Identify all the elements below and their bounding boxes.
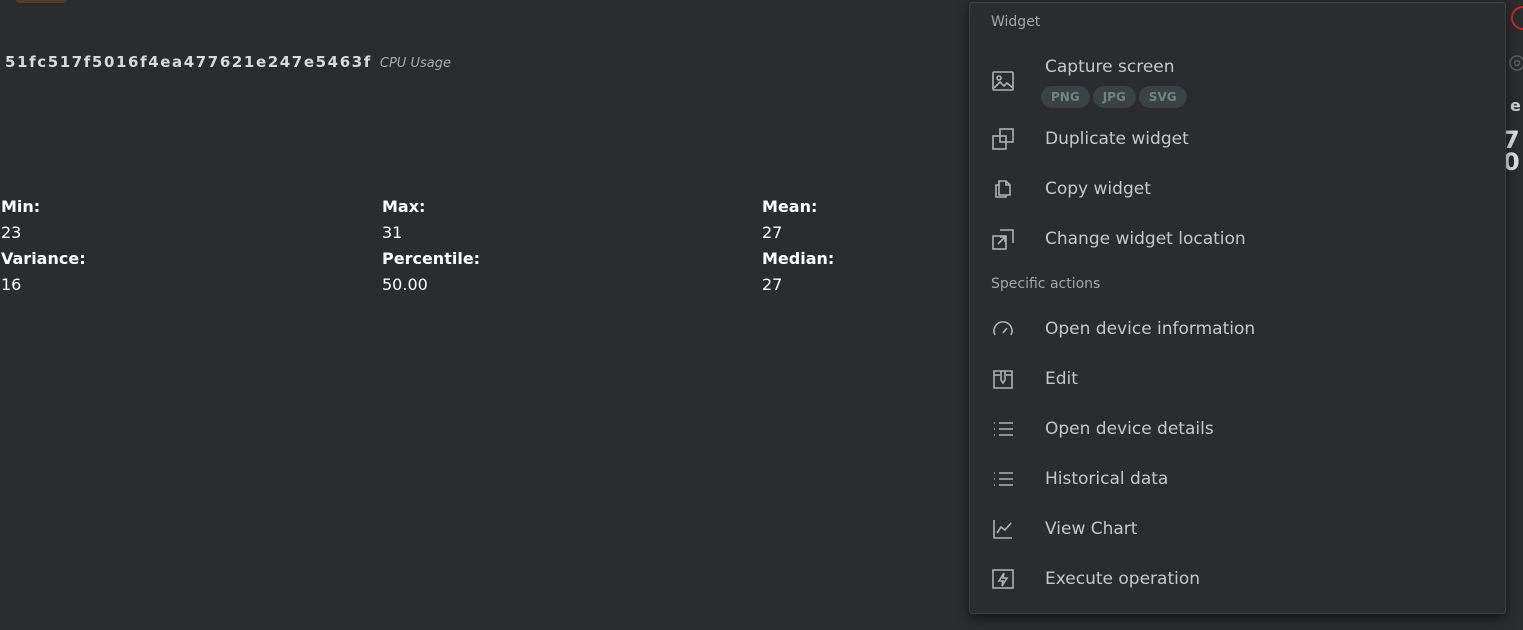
png-chip[interactable]: PNG xyxy=(1041,86,1090,108)
jpg-chip[interactable]: JPG xyxy=(1092,86,1136,108)
edge-fragment: e xyxy=(1510,96,1521,115)
stat-label: Min: xyxy=(1,197,41,216)
speedometer-icon xyxy=(990,316,1016,342)
edit-item[interactable]: Edit xyxy=(970,355,1505,403)
menu-item-label: Execute operation xyxy=(1045,569,1201,589)
open-device-information-item[interactable]: Open device information xyxy=(970,305,1505,353)
move-icon xyxy=(990,226,1016,252)
execute-operation-item[interactable]: Execute operation xyxy=(970,555,1505,603)
stat-value: 23 xyxy=(1,223,22,242)
device-id: 51fc517f5016f4ea477621e247e5463f xyxy=(5,53,372,71)
menu-item-label: Historical data xyxy=(1045,469,1169,489)
stat-value: 50.00 xyxy=(382,275,428,294)
list-icon xyxy=(990,466,1016,492)
capture-format-chips: PNG JPG SVG xyxy=(1041,86,1187,108)
widget-context-menu: Widget Capture screen PNG JPG SVG Duplic… xyxy=(969,2,1506,614)
change-location-item[interactable]: Change widget location xyxy=(970,215,1505,263)
duplicate-widget-item[interactable]: Duplicate widget xyxy=(970,115,1505,163)
stat-variance: Variance: 16 xyxy=(1,247,361,299)
image-icon xyxy=(990,68,1016,94)
menu-section-specific: Specific actions xyxy=(991,276,1101,292)
edit-icon xyxy=(990,366,1016,392)
stat-max: Max: 31 xyxy=(382,195,742,247)
list-icon xyxy=(990,416,1016,442)
bolt-icon xyxy=(990,566,1016,592)
stat-label: Percentile: xyxy=(382,249,481,268)
menu-item-label: View Chart xyxy=(1045,519,1138,539)
open-device-details-item[interactable]: Open device details xyxy=(970,405,1505,453)
copy-icon xyxy=(990,176,1016,202)
menu-item-label: Open device information xyxy=(1045,319,1256,339)
dashboard-page: 51fc517f5016f4ea477621e247e5463f CPU Usa… xyxy=(0,0,1523,630)
gear-icon[interactable] xyxy=(1505,52,1523,74)
stat-label: Max: xyxy=(382,197,426,216)
widget-subtitle: CPU Usage xyxy=(379,56,451,71)
capture-screen-label: Capture screen xyxy=(1045,57,1175,77)
menu-item-label: Duplicate widget xyxy=(1045,129,1189,149)
close-icon[interactable] xyxy=(1508,6,1523,30)
stat-percentile: Percentile: 50.00 xyxy=(382,247,742,299)
menu-section-widget: Widget xyxy=(991,14,1041,30)
duplicate-icon xyxy=(990,126,1016,152)
stat-value: 16 xyxy=(1,275,22,294)
widget-header: 51fc517f5016f4ea477621e247e5463f CPU Usa… xyxy=(5,53,451,71)
menu-item-label: Open device details xyxy=(1045,419,1214,439)
view-chart-item[interactable]: View Chart xyxy=(970,505,1505,553)
stat-min: Min: 23 xyxy=(1,195,361,247)
historical-data-item[interactable]: Historical data xyxy=(970,455,1505,503)
menu-item-label: Change widget location xyxy=(1045,229,1246,249)
stat-label: Variance: xyxy=(1,249,86,268)
chart-icon xyxy=(990,516,1016,542)
header-accent xyxy=(16,0,66,3)
menu-item-label: Copy widget xyxy=(1045,179,1151,199)
svg-chip[interactable]: SVG xyxy=(1138,86,1187,108)
copy-widget-item[interactable]: Copy widget xyxy=(970,165,1505,213)
menu-item-label: Edit xyxy=(1045,369,1078,389)
stat-value: 31 xyxy=(382,223,403,242)
